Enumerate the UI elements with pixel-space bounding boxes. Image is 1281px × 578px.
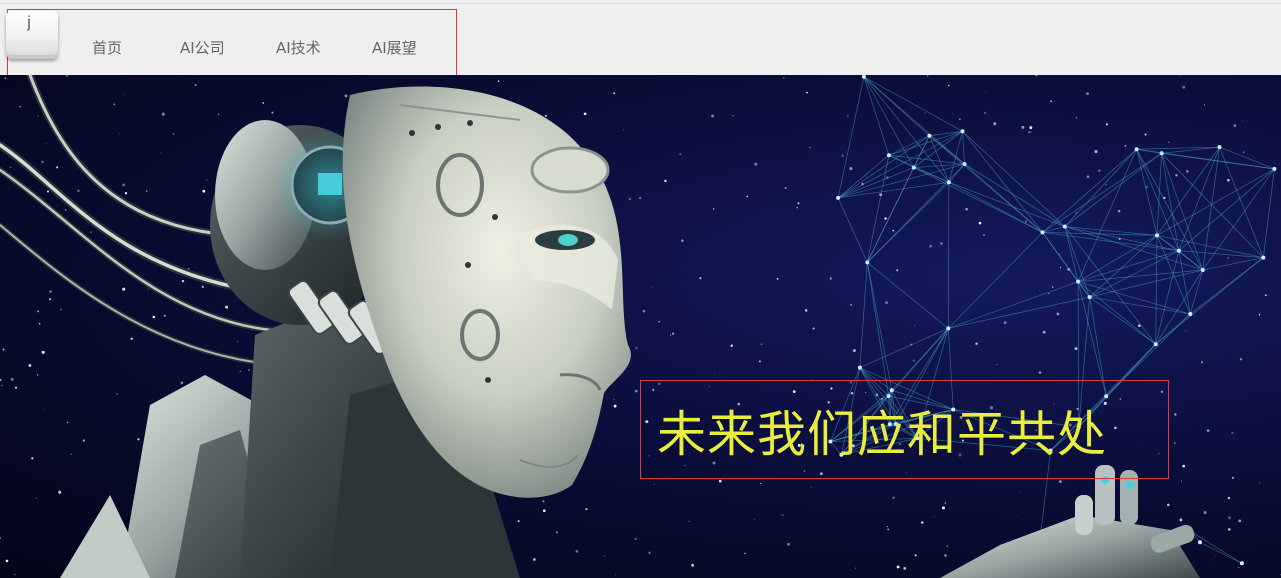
hero-banner: 未来我们应和平共处 bbox=[0, 75, 1281, 578]
network-mesh bbox=[828, 75, 1277, 577]
page: j 首页 AI公司 AI技术 AI展望 未来我们应和平共处 bbox=[0, 0, 1281, 578]
nav-item-home[interactable]: 首页 bbox=[92, 37, 122, 58]
nav-item-ai-technology[interactable]: AI技术 bbox=[276, 37, 321, 58]
logo-letter: j bbox=[27, 14, 31, 31]
robot-hand bbox=[940, 465, 1200, 578]
slogan-box: 未来我们应和平共处 bbox=[640, 380, 1169, 479]
robot-starfield-image bbox=[0, 75, 1281, 578]
hero-slogan: 未来我们应和平共处 bbox=[657, 406, 1108, 463]
logo-keyboard-key-icon[interactable]: j bbox=[6, 11, 58, 59]
nav-item-ai-outlook[interactable]: AI展望 bbox=[372, 37, 417, 58]
top-divider bbox=[0, 3, 1281, 4]
nav-item-ai-companies[interactable]: AI公司 bbox=[180, 37, 225, 58]
